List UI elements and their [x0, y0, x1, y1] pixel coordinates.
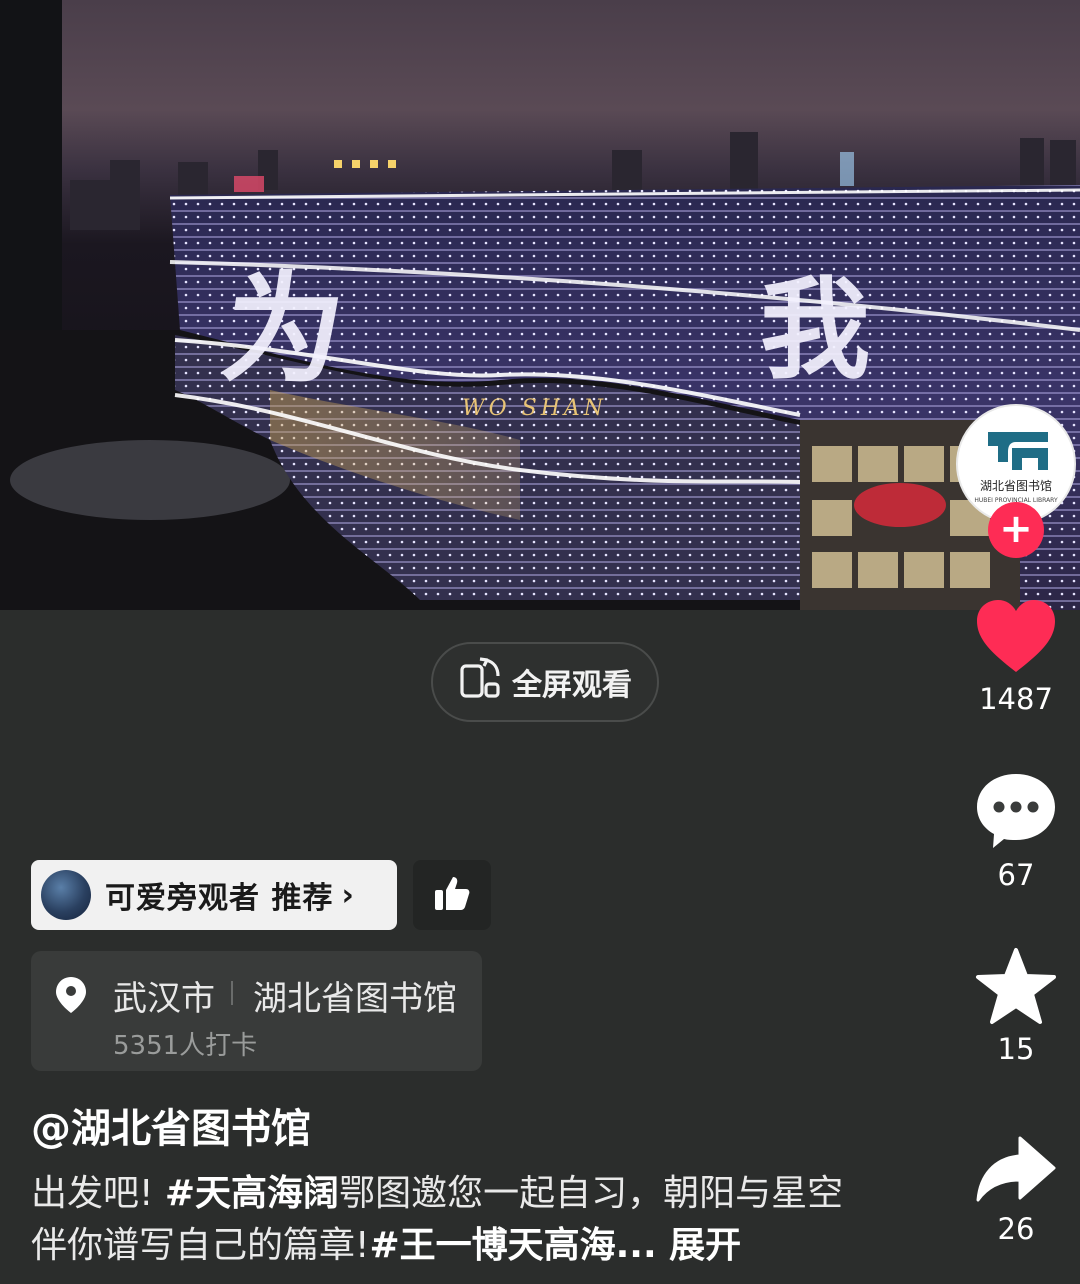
rotate-phone-icon — [458, 656, 502, 708]
location-checkins: 5351人打卡 — [113, 1031, 258, 1061]
recommend-pill[interactable]: 可爱旁观者 推荐 › — [31, 860, 397, 930]
follow-button[interactable]: + — [988, 502, 1044, 558]
like-action[interactable]: 1487 — [966, 596, 1066, 716]
recommender-avatar — [41, 870, 91, 920]
video-frame — [0, 0, 1080, 610]
video-description: 出发吧! #天高海阔鄂图邀您一起自习，朝阳与星空伴你谱写自己的篇章!#王一博天高… — [31, 1168, 861, 1272]
comment-count: 67 — [997, 858, 1035, 892]
favorite-action[interactable]: 15 — [966, 946, 1066, 1066]
star-icon[interactable] — [974, 948, 1058, 1030]
chevron-right-icon: › — [341, 877, 354, 913]
fullscreen-label: 全屏观看 — [512, 668, 632, 703]
facade-text: WO SHAN — [462, 396, 608, 421]
like-count: 1487 — [979, 682, 1053, 716]
desc-text-1: 出发吧! — [31, 1173, 165, 1214]
hashtag-link[interactable]: #天高海阔 — [165, 1173, 339, 1214]
fullscreen-button[interactable]: 全屏观看 — [431, 642, 659, 722]
location-card[interactable]: 武汉市 湖北省图书馆 5351人打卡 — [31, 951, 482, 1071]
share-count: 26 — [997, 1212, 1035, 1246]
share-arrow-icon[interactable] — [974, 1136, 1058, 1210]
share-action[interactable]: 26 — [966, 1134, 1066, 1246]
comment-icon[interactable] — [973, 774, 1059, 856]
thumbs-up-icon — [432, 873, 472, 917]
svg-text:湖北省图书馆: 湖北省图书馆 — [980, 478, 1052, 493]
recommend-text: 可爱旁观者 推荐 — [105, 881, 334, 916]
location-place: 湖北省图书馆 — [253, 979, 457, 1019]
comment-action[interactable]: 67 — [966, 770, 1066, 892]
hashtag-link[interactable]: #王一博天高海... — [369, 1225, 656, 1266]
location-pin-icon — [53, 975, 89, 1019]
overlay-char-wo: 我 — [760, 265, 870, 394]
expand-link[interactable]: 展开 — [657, 1225, 741, 1266]
location-city: 武汉市 — [113, 979, 215, 1019]
overlay-char-wei: 为 — [213, 259, 354, 400]
author-avatar-group[interactable]: 湖北省图书馆 HUBEI PROVINCIAL LIBRARY + — [956, 404, 1076, 558]
heart-icon[interactable] — [973, 600, 1059, 680]
recommend-thumb-button[interactable] — [413, 860, 491, 930]
location-divider — [231, 981, 233, 1005]
video-player[interactable]: 为 我 WO SHAN — [0, 0, 1080, 610]
author-handle[interactable]: @湖北省图书馆 — [31, 1096, 311, 1154]
favorite-count: 15 — [997, 1032, 1035, 1066]
